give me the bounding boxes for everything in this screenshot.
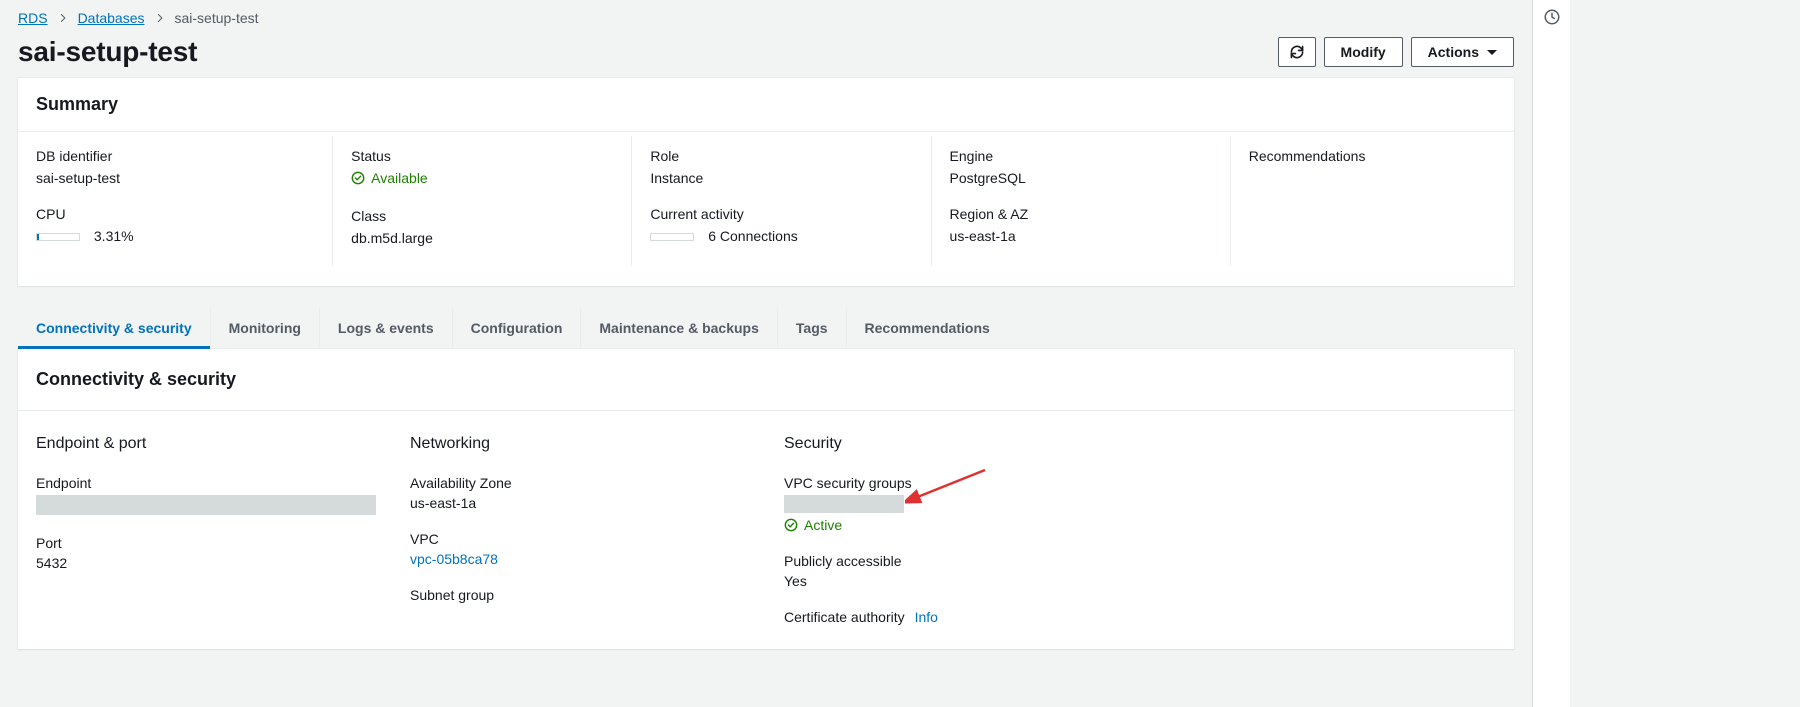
activity-mini-bar [650,233,694,241]
networking-col: Networking Availability Zone us-east-1a … [392,421,766,639]
sg-status: Active [784,517,842,533]
page-title: sai-setup-test [18,36,197,68]
tabs-bar: Connectivity & security Monitoring Logs … [18,308,1514,349]
networking-heading: Networking [410,435,748,453]
connectivity-security-panel: Connectivity & security Endpoint & port … [18,349,1514,649]
connections-text: 6 Connections [708,228,798,244]
az-value: us-east-1a [410,495,748,511]
endpoint-label: Endpoint [36,475,374,491]
tab-logs-events[interactable]: Logs & events [320,308,453,348]
publicly-accessible-value: Yes [784,573,1122,589]
publicly-accessible-label: Publicly accessible [784,553,1122,569]
class-label: Class [351,208,613,224]
status-value: Available [351,170,428,186]
tab-tags[interactable]: Tags [778,308,847,348]
breadcrumb-databases[interactable]: Databases [78,10,145,26]
breadcrumb-current: sai-setup-test [175,10,259,26]
endpoint-value-redacted [36,495,376,515]
chevron-right-icon [155,13,165,23]
role-label: Role [650,148,912,164]
tab-configuration[interactable]: Configuration [453,308,582,348]
vpc-security-group-value-redacted [784,495,904,513]
cpu-mini-bar [36,233,80,241]
class-value: db.m5d.large [351,230,613,246]
security-heading: Security [784,435,1122,453]
vpc-label: VPC [410,531,748,547]
engine-label: Engine [950,148,1212,164]
subnet-group-label: Subnet group [410,587,748,603]
caret-down-icon [1487,50,1497,55]
refresh-icon [1289,44,1305,60]
modify-button[interactable]: Modify [1324,37,1403,67]
endpoint-port-heading: Endpoint & port [36,435,374,453]
tab-recommendations[interactable]: Recommendations [847,308,1008,348]
certificate-authority-label: Certificate authority [784,609,905,625]
clock-icon [1543,8,1561,26]
security-col: Security VPC security groups Active Publ… [766,421,1140,639]
db-identifier-value: sai-setup-test [36,170,314,186]
role-value: Instance [650,170,912,186]
region-az-value: us-east-1a [950,228,1212,244]
summary-heading: Summary [36,94,1496,115]
sg-status-text: Active [804,517,842,533]
cpu-value: 3.31% [36,228,314,244]
tab-maintenance-backups[interactable]: Maintenance & backups [581,308,778,348]
tab-connectivity[interactable]: Connectivity & security [18,308,211,348]
check-circle-icon [351,171,365,185]
certificate-authority-info-link[interactable]: Info [915,609,938,625]
breadcrumb-rds[interactable]: RDS [18,10,48,26]
check-circle-icon [784,518,798,532]
recommendations-label: Recommendations [1249,148,1496,164]
status-available-text: Available [371,170,428,186]
header-actions: Modify Actions [1278,37,1514,67]
endpoint-port-col: Endpoint & port Endpoint Port 5432 [18,421,392,639]
right-help-rail[interactable] [1532,0,1570,707]
current-activity-label: Current activity [650,206,912,222]
breadcrumb: RDS Databases sai-setup-test [18,0,1514,32]
actions-dropdown-label: Actions [1428,44,1479,60]
vpc-security-groups-label: VPC security groups [784,475,1122,491]
summary-header: Summary [18,78,1514,132]
cpu-label: CPU [36,206,314,222]
security-col-spare [1140,421,1514,639]
chevron-right-icon [58,13,68,23]
db-identifier-label: DB identifier [36,148,314,164]
region-az-label: Region & AZ [950,206,1212,222]
connectivity-security-heading: Connectivity & security [36,369,1496,390]
refresh-button[interactable] [1278,37,1316,67]
cpu-percent: 3.31% [94,228,134,244]
current-activity-value: 6 Connections [650,228,912,244]
engine-value: PostgreSQL [950,170,1212,186]
tab-monitoring[interactable]: Monitoring [211,308,320,348]
status-label: Status [351,148,613,164]
port-label: Port [36,535,374,551]
port-value: 5432 [36,555,374,571]
summary-panel: Summary DB identifier sai-setup-test CPU… [18,78,1514,286]
az-label: Availability Zone [410,475,748,491]
vpc-link[interactable]: vpc-05b8ca78 [410,551,498,567]
actions-dropdown-button[interactable]: Actions [1411,37,1514,67]
